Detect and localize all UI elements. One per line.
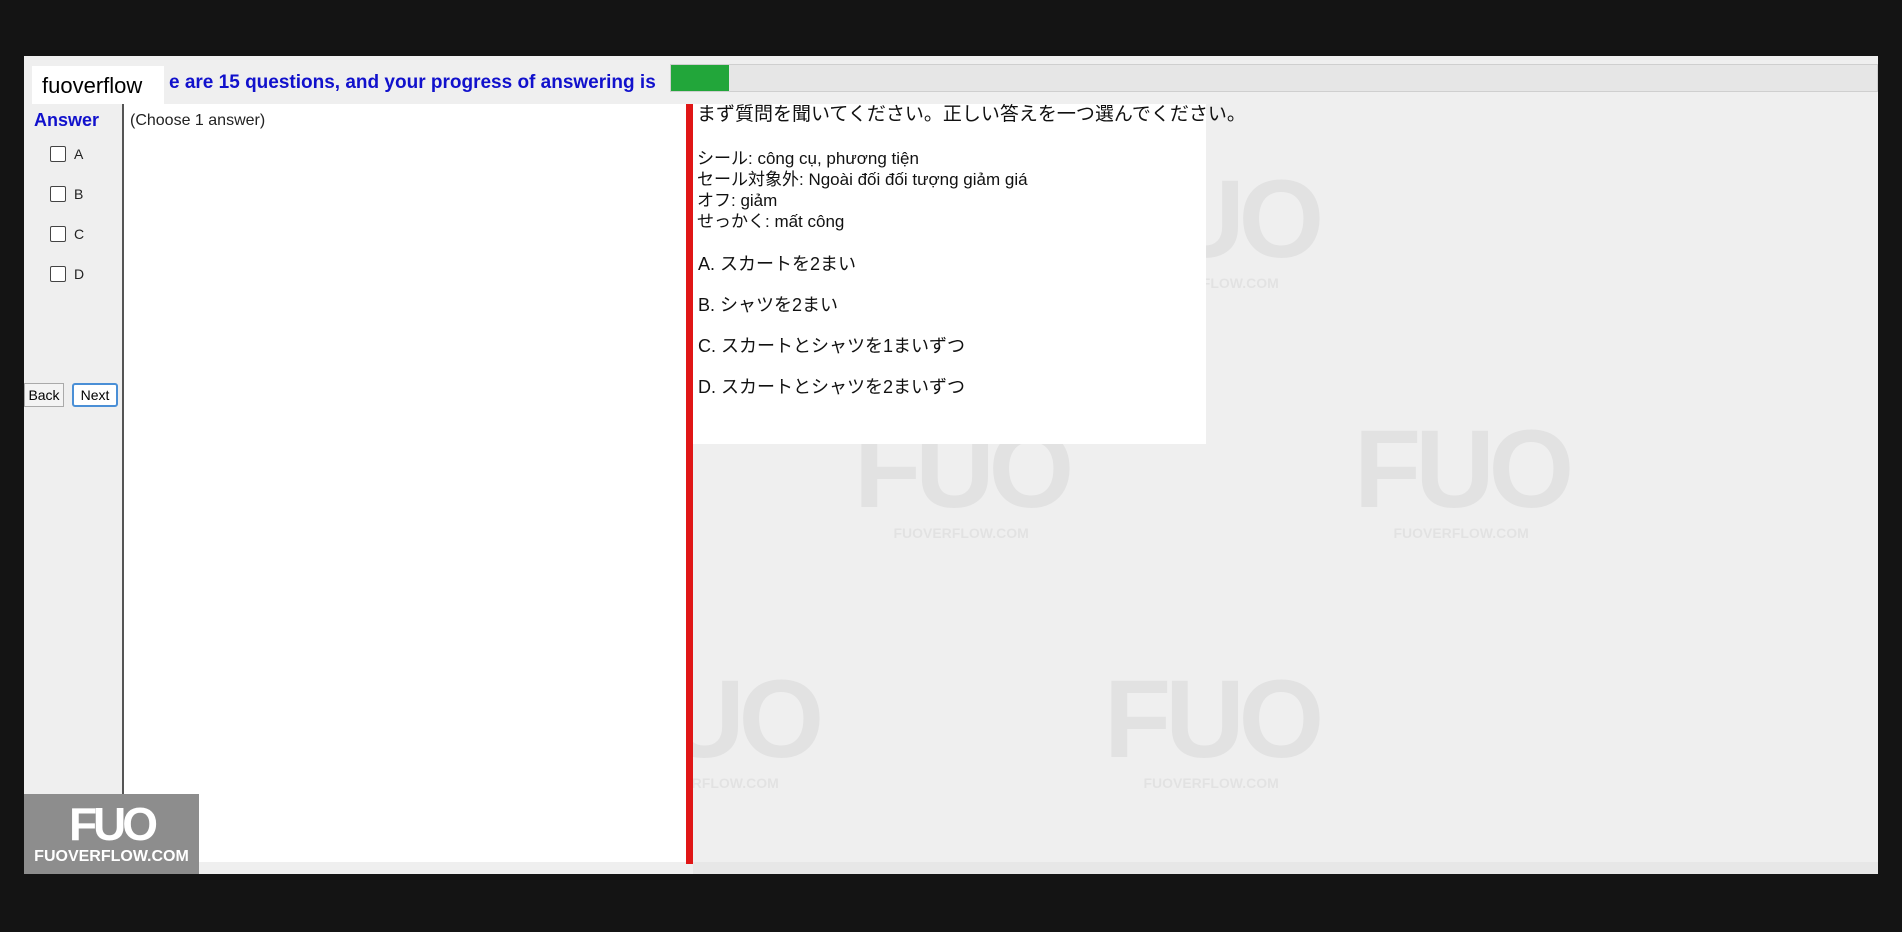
answer-sidebar: Answer A B C D — [24, 104, 124, 874]
answer-title: Answer — [34, 110, 100, 130]
vocab-item: オフ: giảm — [697, 191, 778, 210]
option-label: C — [74, 226, 85, 242]
answer-pane: (Choose 1 answer) — [124, 104, 686, 862]
answer-option-a[interactable]: A — [50, 146, 83, 162]
checkbox-a[interactable] — [50, 146, 66, 162]
progress-status-text: e are 15 questions, and your progress of… — [169, 72, 656, 93]
option-label: B — [74, 186, 84, 202]
vocab-item: シール: công cụ, phương tiện — [697, 149, 919, 168]
option-label: A — [74, 146, 84, 162]
horizontal-scrollbar[interactable] — [693, 862, 1878, 874]
back-button[interactable]: Back — [24, 383, 64, 407]
watermark: FUOFUOVERFLOW.COM — [1354, 406, 1574, 541]
next-button[interactable]: Next — [72, 383, 118, 407]
choice-d: D. スカートとシャツを2まいずつ — [698, 377, 966, 397]
choose-instruction: (Choose 1 answer) — [130, 112, 266, 129]
watermark-logo: FUO — [1354, 408, 1574, 531]
answer-option-d[interactable]: D — [50, 266, 84, 282]
exam-window: FUO FUOVERFLOW.COM FUO FUOVERFLOW.COM FUO F… — [24, 56, 1878, 874]
answer-option-c[interactable]: C — [50, 226, 84, 242]
pane-divider[interactable] — [686, 104, 693, 864]
answer-option-b[interactable]: B — [50, 186, 83, 202]
question-panel: まず質問を聞いてください。正しい答えを一つ選んでください。 シール: công … — [693, 104, 1246, 444]
option-label: D — [74, 266, 85, 282]
brand-label: fuoverflow — [32, 66, 164, 106]
watermark-logo: FUO — [1104, 658, 1324, 781]
watermark: FUOFUOVERFLOW.COM — [1104, 656, 1324, 791]
checkbox-c[interactable] — [50, 226, 66, 242]
fuoverflow-badge: FUO FUOVERFLOW.COM — [24, 794, 199, 874]
choice-c: C. スカートとシャツを1まいずつ — [698, 336, 966, 356]
vocabulary-list: シール: công cụ, phương tiện セール対象外: Ngoài … — [697, 148, 1028, 232]
checkbox-b[interactable] — [50, 186, 66, 202]
vocab-item: セール対象外: Ngoài đối đối tượng giảm giá — [697, 170, 1028, 189]
top-bar: e are 15 questions, and your progress of… — [24, 56, 1878, 106]
choice-a: A. スカートを2まい — [698, 254, 857, 274]
choice-b: B. シャツを2まい — [698, 295, 839, 315]
vocab-item: せっかく: mất công — [697, 212, 845, 231]
progress-bar — [670, 64, 1878, 92]
badge-site-label: FUOVERFLOW.COM — [34, 848, 189, 865]
checkbox-d[interactable] — [50, 266, 66, 282]
progress-bar-fill — [671, 65, 729, 91]
question-title: まず質問を聞いてください。正しい答えを一つ選んでください。 — [697, 104, 1246, 125]
fuo-logo: FUO — [68, 798, 158, 850]
